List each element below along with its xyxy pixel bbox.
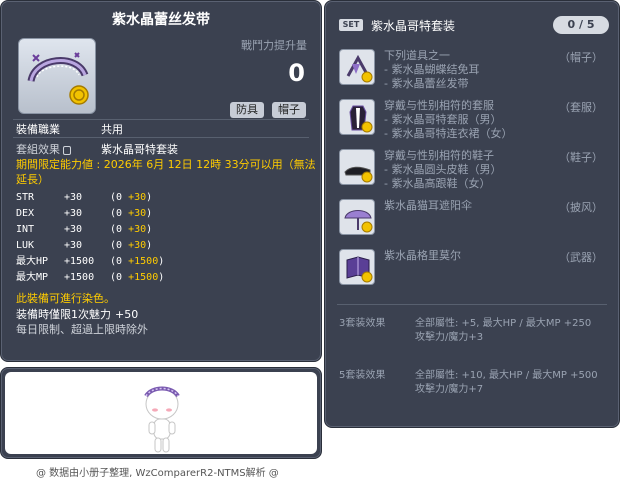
set-item-text: 穿戴与性别相符的套服 - 紫水晶哥特套服（男） - 紫水晶哥特连衣裙（女） (384, 99, 513, 140)
power-label: 戰鬥力提升量 (241, 39, 307, 52)
set-item-slot: （帽子） (559, 51, 603, 64)
outfit-icon (339, 99, 375, 135)
divider (13, 119, 309, 120)
set-effect-stats: 全部屬性: +10, 最大HP / 最大MP +500 攻擊力/魔力+7 (415, 370, 598, 395)
set-badge: SET (339, 19, 363, 31)
item-icon-frame (18, 38, 96, 114)
set-item-text: 紫水晶猫耳遮阳伞 (384, 199, 472, 212)
grimoire-icon (339, 249, 375, 285)
set-effect-label: 5套装效果 (339, 370, 386, 381)
item-tooltip-panel: 紫水晶蕾丝发带 戰鬥力提升量 0 防具 帽子 裝備職業 共用 套組效果 紫水晶哥… (0, 0, 322, 362)
character-preview (5, 372, 317, 454)
umbrella-icon (339, 199, 375, 235)
job-row: 裝備職業 共用 (16, 121, 123, 137)
charm-value: +50 (115, 308, 139, 321)
lace-headband-icon (27, 52, 89, 105)
set-effect-value: 紫水晶哥特套装 (101, 143, 178, 156)
stat-row: 最大HP +1500 (0 +1500) (16, 256, 165, 267)
set-effect-label: 3套装效果 (339, 318, 386, 329)
stat-row: 最大MP +1500 (0 +1500) (16, 272, 165, 283)
footer-credit: @ 数据由小册子整理, WzComparerR2-NTMS解析 @ (36, 468, 279, 479)
set-item-slot: （套服） (559, 101, 603, 114)
stat-list: STR +30 (0 +30) DEX +30 (0 +30) INT +30 (0 … (16, 190, 164, 286)
set-item-text: 穿戴与性别相符的鞋子 - 紫水晶圆头皮鞋（男） - 紫水晶高跟鞋（女） (384, 149, 502, 190)
stat-row: INT +30 (0 +30) (16, 224, 153, 235)
set-effect-label: 套組效果 (16, 143, 60, 156)
shoes-icon (339, 149, 375, 185)
character-preview-panel (0, 367, 322, 459)
limit-note: 每日限制、超過上限時除外 (16, 323, 148, 336)
set-item-slot: （披风） (559, 201, 603, 214)
power-value: 0 (288, 59, 305, 87)
set-item-slot: （武器） (559, 251, 603, 264)
slot-tag: 帽子 (272, 102, 306, 118)
stat-row: DEX +30 (0 +30) (16, 208, 153, 219)
set-count: 0 / 5 (553, 16, 609, 34)
set-effect-row: 套組效果 紫水晶哥特套装 (16, 141, 178, 157)
divider (13, 137, 309, 138)
set-item-slot: （鞋子） (559, 151, 603, 164)
set-tooltip-panel: SET 紫水晶哥特套装 0 / 5 下列道具之一 - 紫水晶蝴蝶结免耳 - 紫水… (324, 0, 620, 428)
category-tag: 防具 (230, 102, 264, 118)
stat-row: LUK +30 (0 +30) (16, 240, 153, 251)
set-item-text: 紫水晶格里莫尔 (384, 249, 461, 262)
charm-row: 装備時僅限1次魅力 +50 (16, 306, 138, 322)
lock-icon (63, 145, 71, 155)
set-name: 紫水晶哥特套装 (371, 19, 456, 33)
character-avatar-icon (144, 386, 180, 453)
divider (337, 304, 607, 305)
set-effect-stats: 全部屬性: +5, 最大HP / 最大MP +250 攻擊力/魔力+3 (415, 318, 592, 343)
charm-label: 装備時僅限1次魅力 (16, 308, 111, 321)
expire-text: 期間限定能力値 : 2026年 6月 12日 12時 33分可以用（無法延長） (16, 158, 316, 186)
ribbon-icon (339, 49, 375, 85)
job-value: 共用 (101, 123, 123, 136)
stat-row: STR +30 (0 +30) (16, 192, 153, 203)
dye-notice: 此裝備可進行染色。 (16, 292, 115, 305)
item-name: 紫水晶蕾丝发带 (112, 12, 210, 28)
set-item-text: 下列道具之一 - 紫水晶蝴蝶结免耳 - 紫水晶蕾丝发带 (384, 49, 480, 90)
job-label: 裝備職業 (16, 123, 60, 136)
